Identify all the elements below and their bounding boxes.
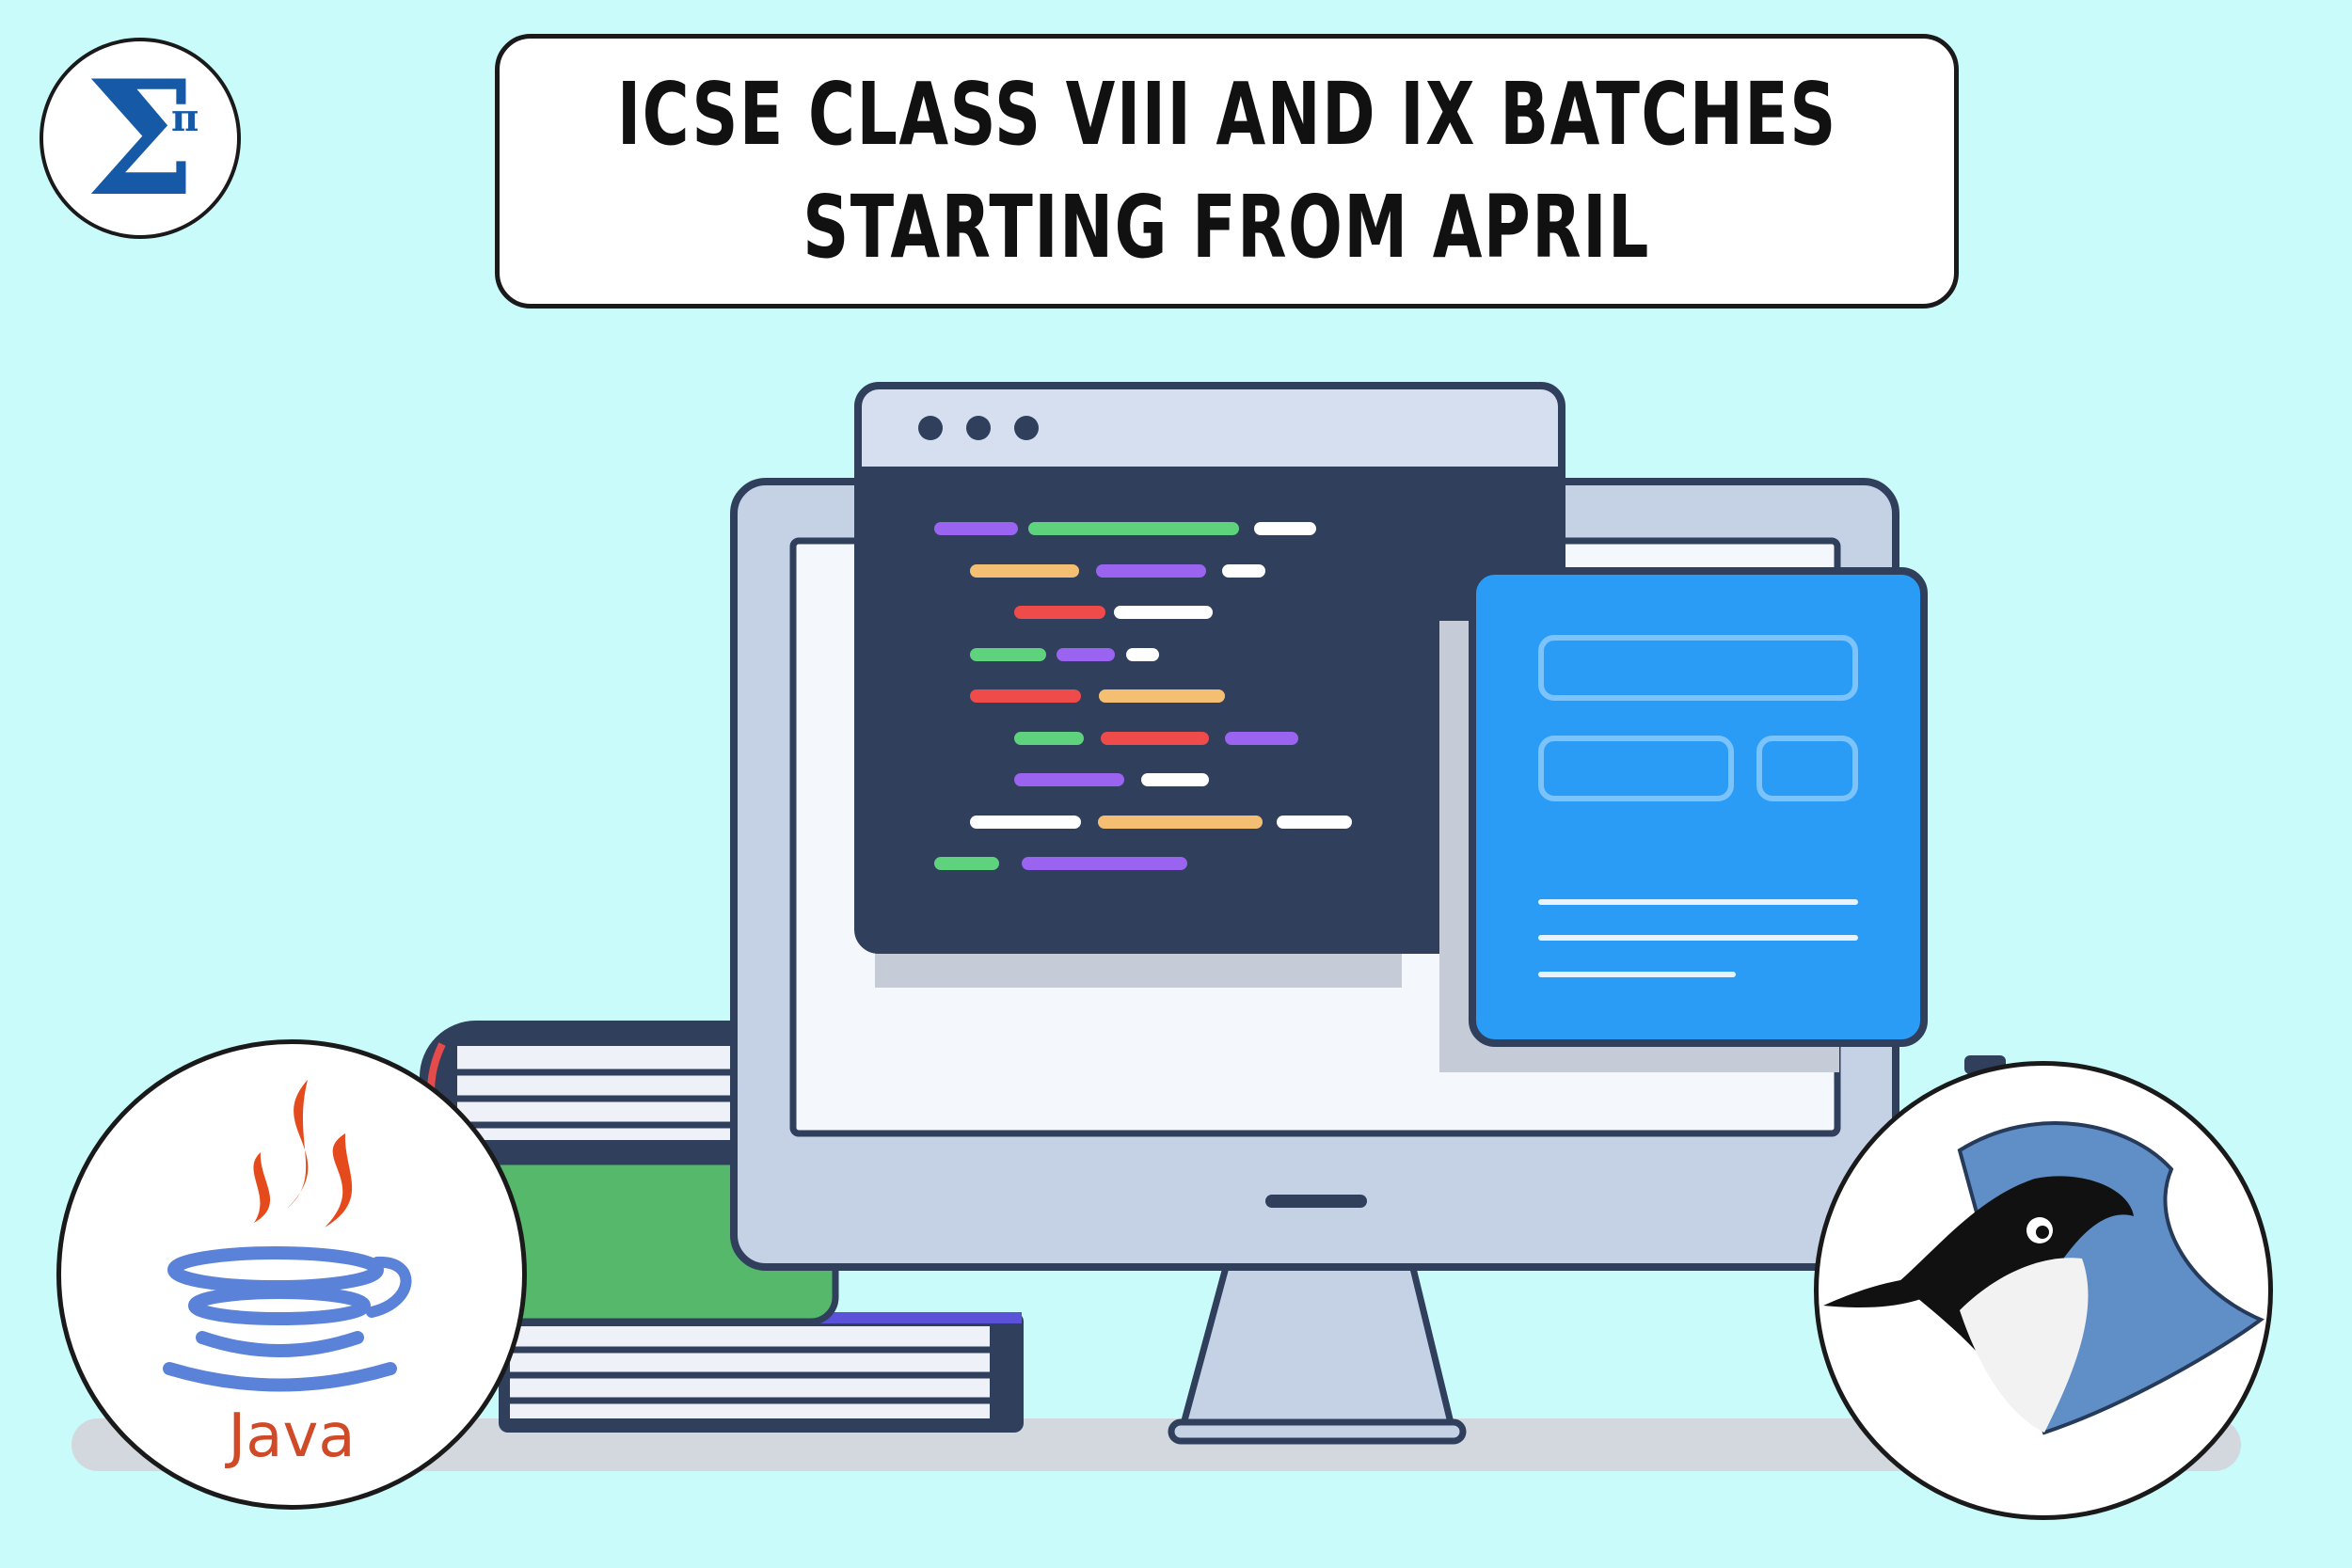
- sigma-pi-logo-icon: Σ π: [40, 38, 241, 239]
- logo-pi: π: [171, 96, 199, 140]
- window-dot-icon: [918, 416, 943, 440]
- title-line-2: STARTING FROM APRIL: [803, 177, 1651, 277]
- java-label: Java: [228, 1402, 356, 1471]
- title-banner: ICSE CLASS VIII AND IX BATCHES STARTING …: [495, 34, 1959, 309]
- window-dot-icon: [1014, 416, 1039, 440]
- bluej-bird-icon: [1823, 1121, 2265, 1435]
- java-badge: Java: [56, 1039, 527, 1510]
- title-line-1: ICSE CLASS VIII AND IX BATCHES: [616, 64, 1837, 165]
- bluej-badge: [1814, 1061, 2273, 1520]
- window-dot-icon: [966, 416, 991, 440]
- form-panel: [1469, 567, 1928, 1047]
